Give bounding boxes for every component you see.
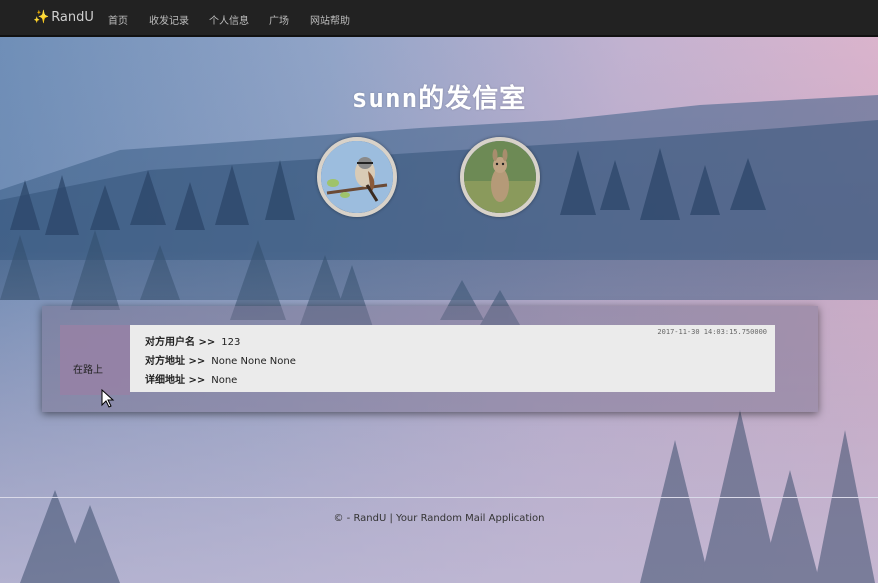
navbar: ✨ RandU 首页 收发记录 个人信息 广场 网站帮助 — [0, 0, 878, 37]
brand-label: RandU — [51, 10, 94, 25]
detail-label: 详细地址 >> — [145, 375, 206, 386]
nav-item-home[interactable]: 首页 — [108, 12, 128, 27]
nav-item-square[interactable]: 广场 — [269, 12, 289, 27]
recipient-row: 对方用户名 >> 123 — [145, 333, 240, 348]
address-label: 对方地址 >> — [145, 356, 206, 367]
address-value: None None None — [211, 356, 296, 367]
footer-divider — [0, 497, 878, 498]
recipient-value: 123 — [221, 337, 241, 348]
brand-link[interactable]: ✨ RandU — [33, 10, 94, 25]
status-label: 在路上 — [73, 365, 103, 376]
nav-item-profile[interactable]: 个人信息 — [209, 12, 249, 27]
nav-item-records[interactable]: 收发记录 — [149, 12, 189, 27]
address-row: 对方地址 >> None None None — [145, 352, 296, 367]
recipient-label: 对方用户名 >> — [145, 337, 216, 348]
page-title: sunn的发信室 — [351, 84, 527, 114]
mouse-cursor-icon — [101, 389, 115, 408]
bird-avatar[interactable] — [317, 137, 397, 217]
bird-avatar-image — [321, 141, 393, 213]
footer-text: © - RandU | Your Random Mail Application — [333, 513, 545, 524]
status-badge: 在路上 — [60, 325, 130, 395]
nav-item-help[interactable]: 网站帮助 — [310, 12, 350, 27]
detail-row: 详细地址 >> None — [145, 371, 237, 386]
kangaroo-avatar[interactable] — [460, 137, 540, 217]
timestamp: 2017-11-30 14:03:15.750000 — [657, 328, 767, 336]
message-card[interactable]: 2017-11-30 14:03:15.750000 对方用户名 >> 123 对… — [130, 325, 775, 392]
kangaroo-avatar-image — [464, 141, 536, 213]
sparkle-icon: ✨ — [33, 10, 50, 25]
detail-value: None — [211, 375, 238, 386]
